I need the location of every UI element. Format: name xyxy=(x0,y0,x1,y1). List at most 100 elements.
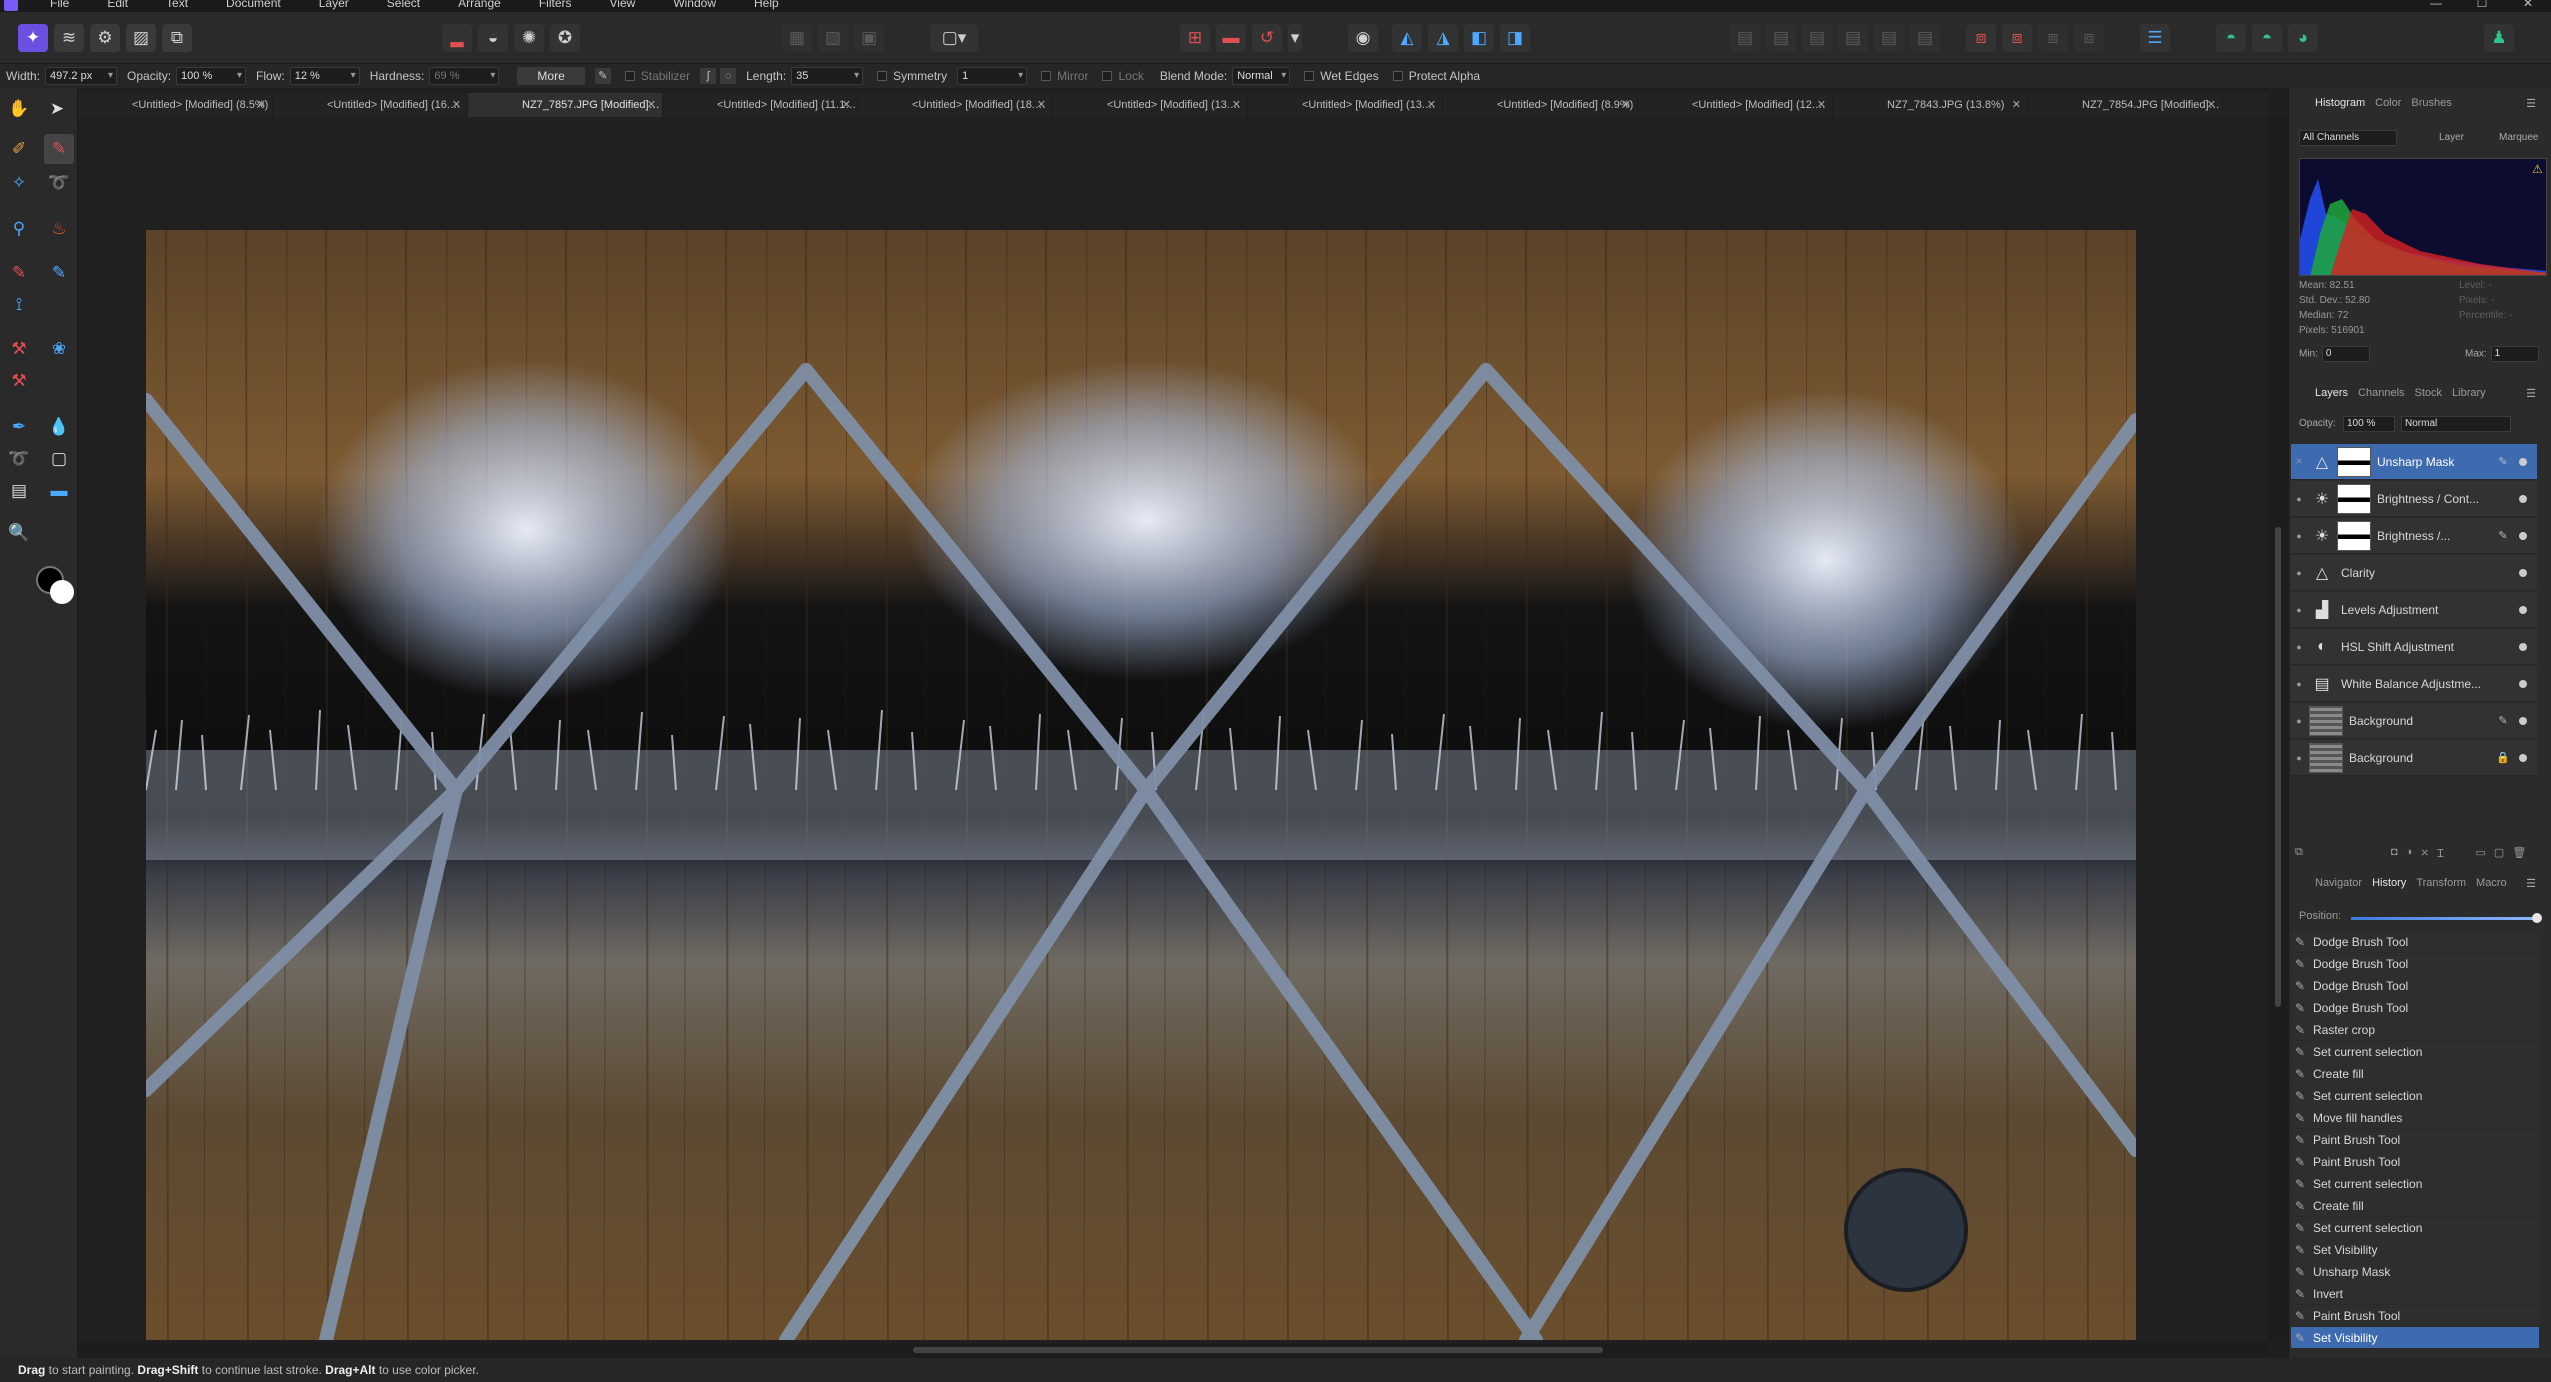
document-tab[interactable]: <Untitled> [Modified] (16.6%) ✕ xyxy=(273,93,468,117)
history-item[interactable]: ✎ Create fill xyxy=(2291,1063,2539,1085)
menu-window[interactable]: Window xyxy=(673,0,716,10)
rope-mode-icon[interactable]: ʃ xyxy=(700,68,717,84)
paint-brush-icon[interactable]: ✎ xyxy=(44,134,74,164)
close-icon[interactable]: ✕ xyxy=(2505,0,2551,10)
tab-navigator[interactable]: Navigator xyxy=(2315,877,2362,889)
menu-file[interactable]: File xyxy=(50,0,69,10)
close-tab-icon[interactable]: ✕ xyxy=(1427,93,1436,117)
link-icon[interactable]: ◓ xyxy=(2252,24,2282,52)
flip-horizontal-icon[interactable]: ◭ xyxy=(1392,24,1422,52)
menu-text[interactable]: Text xyxy=(166,0,188,10)
close-tab-icon[interactable]: ✕ xyxy=(842,93,851,117)
menu-arrange[interactable]: Arrange xyxy=(458,0,501,10)
layer-expand-icon[interactable]: ● xyxy=(2291,642,2307,652)
export-persona-icon[interactable]: ⧉ xyxy=(162,24,192,52)
channels-select[interactable]: All Channels xyxy=(2299,130,2397,146)
auto-enhance-icon[interactable]: ✪ xyxy=(550,24,580,52)
gradient-tool-icon[interactable]: ▬ xyxy=(44,476,74,506)
tab-history[interactable]: History xyxy=(2372,877,2406,889)
deselect-icon[interactable]: ▧ xyxy=(818,24,848,52)
layer-blend-select[interactable]: Normal xyxy=(2401,416,2511,432)
close-tab-icon[interactable]: ✕ xyxy=(2012,93,2021,117)
menu-edit[interactable]: Edit xyxy=(107,0,128,10)
layer-visibility-dot[interactable] xyxy=(2519,568,2527,577)
document-tab[interactable]: <Untitled> [Modified] (13.8%) ✕ xyxy=(1053,93,1248,117)
history-item[interactable]: ✎ Create fill xyxy=(2291,1195,2539,1217)
layer-mask-thumbnail[interactable] xyxy=(2337,483,2371,514)
wet-edges-checkbox[interactable] xyxy=(1304,71,1315,81)
color-wheel-icon[interactable]: ✺ xyxy=(514,24,544,52)
select-all-icon[interactable]: ▦ xyxy=(782,24,812,52)
menu-help[interactable]: Help xyxy=(754,0,779,10)
history-item[interactable]: ✎ Set current selection xyxy=(2291,1041,2539,1063)
align-icon[interactable]: ☰ xyxy=(2140,24,2170,52)
close-tab-icon[interactable]: ✕ xyxy=(1037,93,1046,117)
close-tab-icon[interactable]: ✕ xyxy=(1232,93,1241,117)
layer-row[interactable]: ● ☀ Brightness / Cont... xyxy=(2291,481,2537,517)
layer-expand-icon[interactable]: ● xyxy=(2291,679,2307,689)
symmetry-checkbox[interactable] xyxy=(877,71,888,81)
layer-options-icon[interactable]: ⧉ xyxy=(2295,846,2303,864)
close-tab-icon[interactable]: ✕ xyxy=(452,93,461,117)
boolean-add-icon[interactable]: ⧈ xyxy=(1966,24,1996,52)
delete-layer-icon[interactable]: 🗑 xyxy=(2512,846,2526,864)
smudge-tool-icon[interactable]: ⚒ xyxy=(4,334,34,364)
tab-library[interactable]: Library xyxy=(2452,387,2486,399)
history-item[interactable]: ✎ Unsharp Mask xyxy=(2291,1261,2539,1283)
document-tab[interactable]: <Untitled> [Modified] (11.1%) ✕ xyxy=(663,93,858,117)
document-canvas[interactable] xyxy=(146,230,2136,1340)
layer-expand-icon[interactable]: ● xyxy=(2291,568,2307,578)
layer-row[interactable]: ● △ Clarity xyxy=(2291,555,2537,591)
opacity-field[interactable]: 100 % xyxy=(176,67,247,85)
ungroup-icon[interactable]: ▤ xyxy=(1910,24,1940,52)
more-button[interactable]: More xyxy=(517,67,585,85)
lock-icon[interactable]: 🔒 xyxy=(2495,751,2511,764)
history-item[interactable]: ✎ Paint Brush Tool xyxy=(2291,1305,2539,1327)
flip-vertical-icon[interactable]: ◮ xyxy=(1428,24,1458,52)
layer-expand-icon[interactable]: ⨯ xyxy=(2291,456,2307,467)
rectangle-tool-icon[interactable]: ▢ xyxy=(44,444,74,474)
layer-checkbox-label[interactable]: Layer xyxy=(2439,132,2464,143)
pixel-layer-icon[interactable]: Ɪ xyxy=(2437,846,2443,864)
layer-row[interactable]: ● ◐ HSL Shift Adjustment xyxy=(2291,629,2537,665)
brush-options-icon[interactable]: ✎ xyxy=(594,68,611,84)
min-input[interactable]: 0 xyxy=(2321,346,2370,362)
arrange-forward-icon[interactable]: ▤ xyxy=(1802,24,1832,52)
adjustment-layer-icon[interactable]: ◑ xyxy=(2406,846,2413,864)
arrange-backward-icon[interactable]: ▤ xyxy=(1766,24,1796,52)
share-icon[interactable]: ◓ xyxy=(2216,24,2246,52)
close-tab-icon[interactable]: ✕ xyxy=(257,93,266,117)
document-tab[interactable]: NZ7_7843.JPG (13.8%) ✕ xyxy=(1833,93,2028,117)
max-field[interactable]: Max: 1 xyxy=(2465,346,2539,362)
flow-field[interactable]: 12 % xyxy=(289,67,360,85)
layer-mask-thumbnail[interactable] xyxy=(2337,520,2371,551)
history-item[interactable]: ✎ Dodge Brush Tool xyxy=(2291,931,2539,953)
mesh-warp-icon[interactable]: ❀ xyxy=(44,334,74,364)
invert-selection-icon[interactable]: ▣ xyxy=(854,24,884,52)
document-tab[interactable]: <Untitled> [Modified] (13.3%) ✕ xyxy=(1248,93,1443,117)
document-tab[interactable]: <Untitled> [Modified] (12.5%) ✕ xyxy=(1638,93,1833,117)
document-tab[interactable]: <Untitled> [Modified] (8.5%) ✕ xyxy=(78,93,273,117)
layer-row[interactable]: ● ☀ Brightness /... ✎ xyxy=(2291,518,2537,554)
history-item[interactable]: ✎ Dodge Brush Tool xyxy=(2291,975,2539,997)
history-item[interactable]: ✎ Set current selection xyxy=(2291,1085,2539,1107)
tab-brushes[interactable]: Brushes xyxy=(2411,97,2451,109)
panel-menu-icon[interactable]: ☰ xyxy=(2526,97,2536,110)
marquee-checkbox-label[interactable]: Marquee xyxy=(2499,132,2538,143)
undo-dropdown-icon[interactable]: ▾ xyxy=(1288,24,1302,52)
layer-visibility-dot[interactable] xyxy=(2519,642,2527,651)
edit-icon[interactable]: ✎ xyxy=(2495,455,2511,468)
fill-tool-icon[interactable]: 💧 xyxy=(44,412,74,442)
dodge-tool-icon[interactable]: ⚲ xyxy=(4,214,34,244)
layer-row[interactable]: ● Background 🔒 xyxy=(2291,740,2537,776)
history-item[interactable]: ✎ Dodge Brush Tool xyxy=(2291,997,2539,1019)
burn-tool-icon[interactable]: ♨ xyxy=(44,214,74,244)
history-item[interactable]: ✎ Set current selection xyxy=(2291,1217,2539,1239)
arrange-front-icon[interactable]: ▤ xyxy=(1838,24,1868,52)
group-layers-icon[interactable]: ▭ xyxy=(2476,846,2486,864)
rotate-right-icon[interactable]: ◨ xyxy=(1500,24,1530,52)
move-tool-icon[interactable]: ➤ xyxy=(42,94,72,124)
layer-expand-icon[interactable]: ● xyxy=(2291,716,2307,726)
undo-brush-icon[interactable]: ↺ xyxy=(1252,24,1282,52)
pen-tool-icon[interactable]: ✒ xyxy=(4,412,34,442)
